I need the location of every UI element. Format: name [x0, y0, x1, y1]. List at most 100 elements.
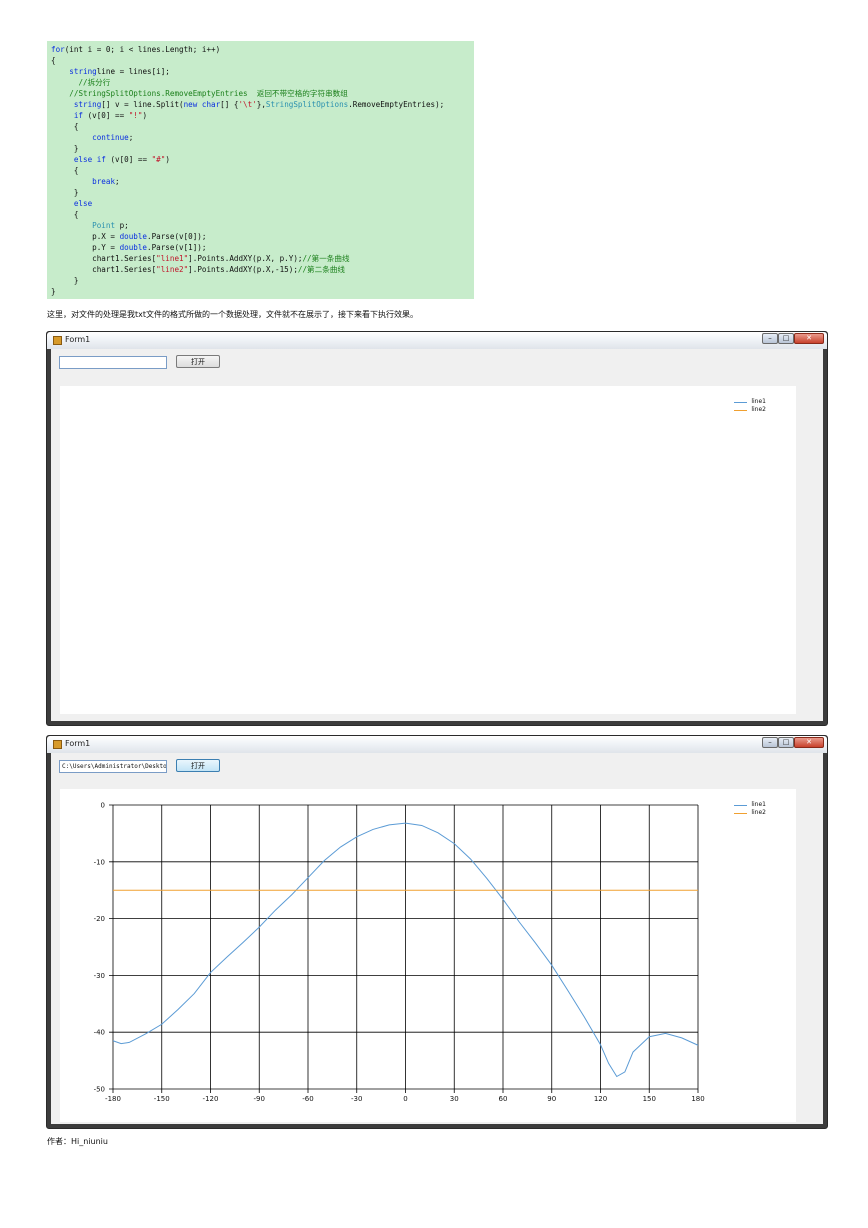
- code-line: else if (v[0] == "#"): [51, 154, 474, 165]
- x-tick-label: 120: [594, 1095, 607, 1103]
- code-line: else: [51, 198, 474, 209]
- path-input[interactable]: C:\Users\Administrator\Deskto: [59, 760, 167, 773]
- x-tick-label: 90: [547, 1095, 556, 1103]
- open-button[interactable]: 打开: [176, 355, 220, 368]
- maximize-button[interactable]: □: [778, 333, 794, 344]
- close-icon: ✕: [806, 738, 812, 746]
- legend-swatch-line2: [734, 813, 748, 814]
- code-line: //拆分行: [51, 77, 474, 88]
- code-token: ): [165, 155, 170, 164]
- chart-legend: line1 line2: [734, 801, 766, 817]
- code-token: }: [51, 188, 79, 197]
- x-tick-label: -120: [203, 1095, 219, 1103]
- code-token: p;: [115, 221, 129, 230]
- code-token: {: [51, 122, 79, 131]
- maximize-icon: □: [782, 334, 790, 342]
- x-tick-label: 180: [691, 1095, 704, 1103]
- code-line: {: [51, 165, 474, 176]
- code-token: p.X =: [51, 232, 120, 241]
- y-tick-label: -40: [94, 1029, 105, 1037]
- code-line: p.X = double.Parse(v[0]);: [51, 231, 474, 242]
- code-line: }: [51, 286, 474, 297]
- legend-swatch-line2: [734, 410, 748, 411]
- code-text: for(int i = 0; i < lines.Length; i++){ s…: [47, 41, 474, 297]
- maximize-button[interactable]: □: [778, 737, 794, 748]
- code-token: string: [69, 67, 97, 76]
- line-chart: -180 -150 -120 -90 -60 -30 0 30 60 90 120 150 180 0 -1…: [94, 802, 705, 1104]
- y-tick-label: -30: [94, 972, 105, 980]
- code-token: },: [256, 100, 266, 109]
- title-bar[interactable]: Form1 – □ ✕: [47, 332, 827, 349]
- maximize-icon: □: [782, 738, 790, 746]
- code-token: }: [51, 276, 79, 285]
- code-token: {: [51, 210, 79, 219]
- legend-item-line2: line2: [734, 809, 766, 817]
- code-token: ].Points.AddXY(p.X,-15);: [188, 265, 298, 274]
- author-text: 作者：Hi_niuniu: [47, 1137, 108, 1146]
- code-token: new char: [183, 100, 221, 109]
- code-snippet: for(int i = 0; i < lines.Length; i++){ s…: [47, 41, 474, 299]
- code-line: if (v[0] == "!"): [51, 110, 474, 121]
- path-input[interactable]: [59, 356, 167, 369]
- code-token: .RemoveEmptyEntries);: [348, 100, 445, 109]
- minimize-icon: –: [768, 334, 772, 342]
- x-tick-label: -180: [105, 1095, 121, 1103]
- close-button[interactable]: ✕: [794, 333, 824, 344]
- code-token: for: [51, 45, 65, 54]
- x-tick-label: 0: [403, 1095, 407, 1103]
- caption-text: 这里，对文件的处理是我txt文件的格式所做的一个数据处理，文件就不在展示了，接下…: [47, 310, 419, 319]
- x-tick-label: 30: [450, 1095, 459, 1103]
- legend-item-line2: line2: [734, 406, 766, 414]
- code-token: ].Points.AddXY(p.X, p.Y);: [188, 254, 303, 263]
- code-token: //第二条曲线: [297, 265, 346, 274]
- legend-label: line1: [751, 801, 766, 808]
- app-icon: [53, 740, 62, 749]
- y-tick-label: -50: [94, 1086, 105, 1094]
- minimize-button[interactable]: –: [762, 737, 778, 748]
- legend-label: line2: [751, 406, 766, 413]
- code-line: //StringSplitOptions.RemoveEmptyEntries …: [51, 88, 474, 99]
- code-token: ): [142, 111, 148, 120]
- code-token: //拆分行: [78, 78, 111, 87]
- title-bar[interactable]: Form1 – □ ✕: [47, 736, 827, 753]
- code-token: continue: [92, 133, 129, 142]
- x-tick-label: 60: [499, 1095, 508, 1103]
- legend-label: line2: [751, 809, 766, 816]
- x-tick-label: -30: [351, 1095, 362, 1103]
- code-line: }: [51, 275, 474, 286]
- code-line: stringline = lines[i];: [51, 66, 474, 77]
- code-token: [] v = line.Split(: [101, 100, 184, 109]
- code-token: '\t': [238, 100, 257, 109]
- x-tick-label: -150: [154, 1095, 170, 1103]
- code-token: "line2": [156, 265, 189, 274]
- code-token: (int i = 0; i < lines.Length; i++): [64, 45, 221, 54]
- legend-label: line1: [751, 398, 766, 405]
- minimize-icon: –: [768, 738, 772, 746]
- code-line: for(int i = 0; i < lines.Length; i++): [51, 44, 474, 55]
- code-token: (v[0] ==: [105, 155, 152, 164]
- code-token: {: [51, 56, 56, 65]
- form-client-area: 打开 line1 line2: [51, 349, 823, 721]
- form-client-area: C:\Users\Administrator\Deskto 打开 -180 -15…: [51, 753, 823, 1124]
- x-tick-label: -60: [302, 1095, 313, 1103]
- code-token: chart1.Series[: [51, 254, 157, 263]
- code-token: string: [73, 100, 102, 109]
- legend-item-line1: line1: [734, 801, 766, 809]
- code-line: {: [51, 121, 474, 132]
- y-tick-label: -10: [94, 858, 105, 866]
- code-token: "!": [128, 111, 143, 120]
- code-line: chart1.Series["line1"].Points.AddXY(p.X,…: [51, 253, 474, 264]
- minimize-button[interactable]: –: [762, 333, 778, 344]
- x-tick-label: -90: [254, 1095, 265, 1103]
- open-button[interactable]: 打开: [176, 759, 220, 772]
- close-button[interactable]: ✕: [794, 737, 824, 748]
- code-line: continue;: [51, 132, 474, 143]
- code-line: p.Y = double.Parse(v[1]);: [51, 242, 474, 253]
- window-title: Form1: [65, 335, 91, 344]
